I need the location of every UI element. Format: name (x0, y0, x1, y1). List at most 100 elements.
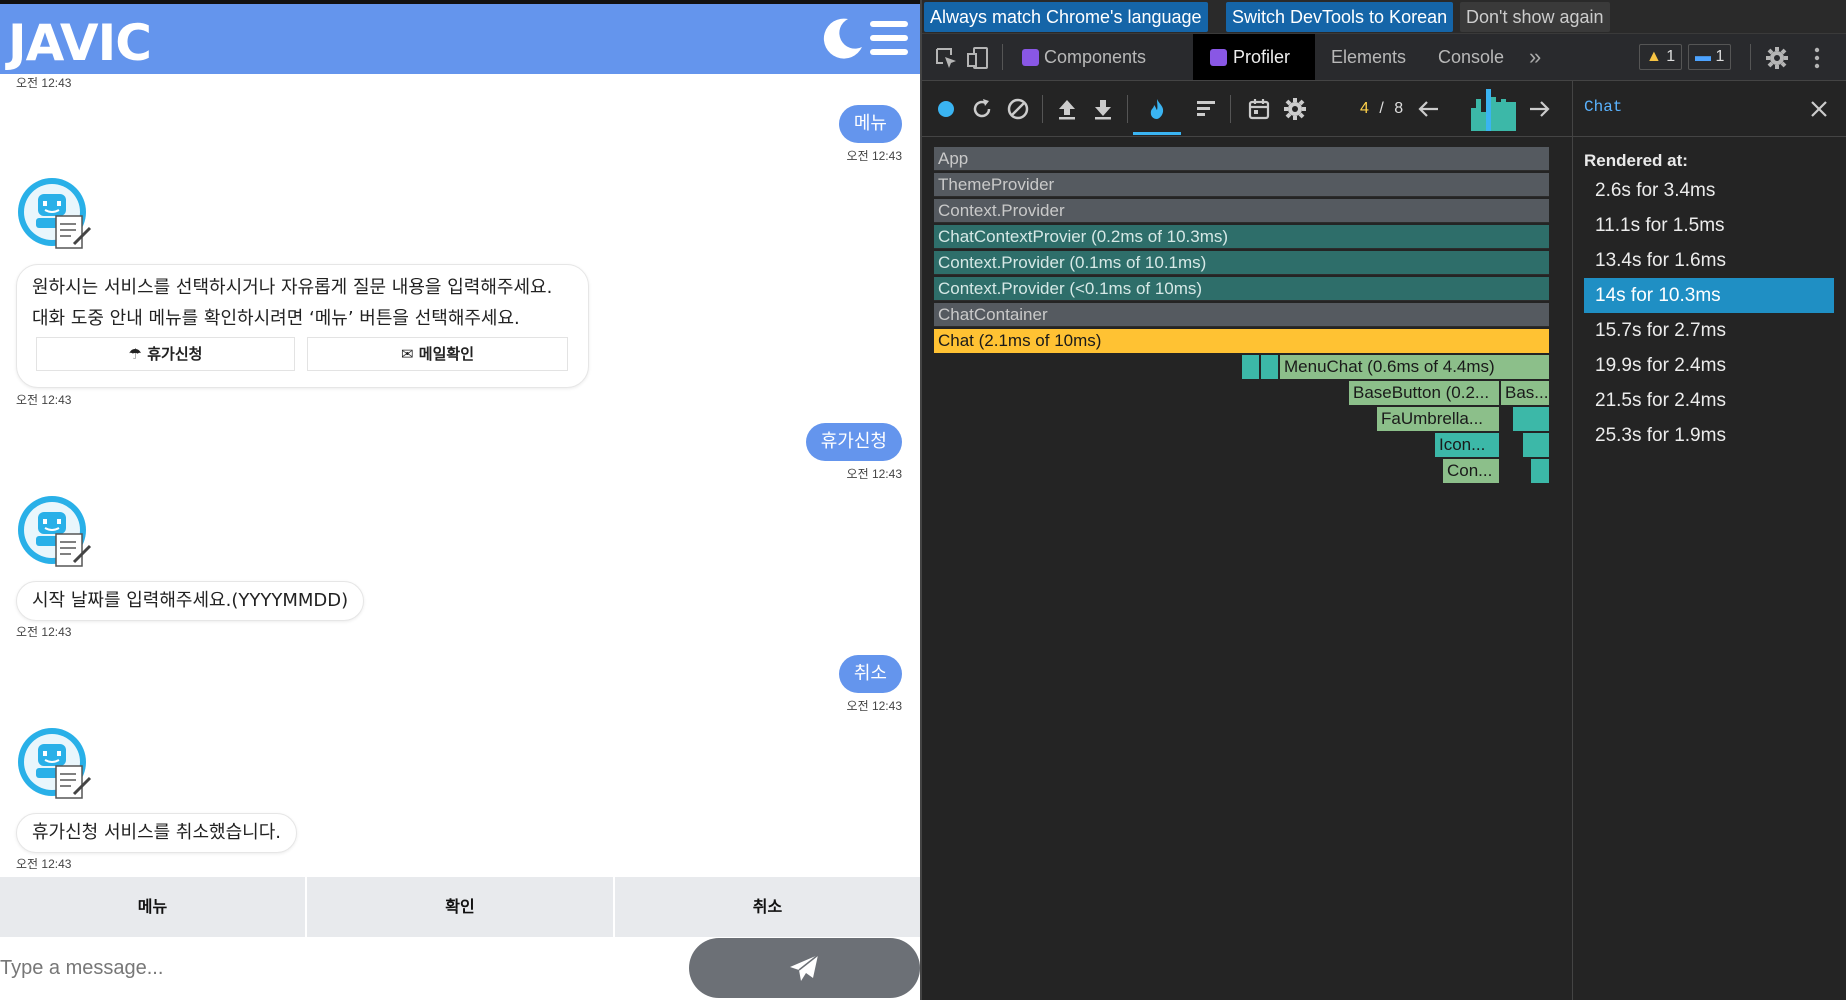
flame-node[interactable] (1523, 433, 1549, 457)
quick-confirm-button[interactable]: 확인 (307, 877, 613, 937)
react-icon (1210, 49, 1227, 66)
vacation-request-button[interactable]: ☂ 휴가신청 (36, 337, 295, 371)
language-infobar: Always match Chrome's language Switch De… (920, 0, 1846, 34)
brand-logo[interactable]: JAVIC (8, 14, 152, 72)
render-entry[interactable]: 15.7s for 2.7ms (1584, 313, 1834, 348)
message-time: 오전 12:43 (846, 467, 902, 481)
user-message-bubble: 휴가신청 (805, 423, 902, 461)
next-commit-icon[interactable] (1527, 97, 1551, 121)
tab-profiler[interactable]: Profiler (1193, 34, 1315, 80)
render-entry[interactable]: 11.1s for 1.5ms (1584, 208, 1834, 243)
flame-node-context-provider[interactable]: Context.Provider (0.1ms of 10.1ms) (934, 251, 1549, 275)
flame-node-chat-container[interactable]: ChatContainer (934, 303, 1549, 327)
render-entry[interactable]: 13.4s for 1.6ms (1584, 243, 1834, 278)
button-label: 휴가신청 (147, 345, 203, 363)
flame-node-context-provider[interactable]: Context.Provider (<0.1ms of 10ms) (934, 277, 1549, 301)
divider (1042, 95, 1043, 123)
commit-selector-chart[interactable] (1471, 89, 1517, 131)
bot-message-line: 원하시는 서비스를 선택하시거나 자유롭게 질문 내용을 입력해주세요. (32, 277, 553, 298)
paper-plane-icon (790, 954, 819, 981)
flamegraph-icon[interactable] (1145, 97, 1169, 121)
commit-total: 8 (1394, 100, 1404, 117)
flame-node-icon[interactable]: Icon... (1435, 433, 1499, 457)
match-language-button[interactable]: Always match Chrome's language (924, 2, 1208, 32)
warnings-count: 1 (1666, 48, 1676, 65)
tab-components[interactable]: Components (1014, 34, 1154, 80)
divider (1127, 95, 1128, 123)
flame-node-chat[interactable]: Chat (2.1ms of 10ms) (934, 329, 1549, 353)
commit-bar[interactable] (1511, 102, 1516, 131)
dont-show-again-button[interactable]: Don't show again (1460, 2, 1610, 32)
tab-elements[interactable]: Elements (1331, 34, 1406, 80)
flame-node-menu-chat[interactable]: MenuChat (0.6ms of 4.4ms) (1280, 355, 1549, 379)
flame-node[interactable] (1242, 355, 1259, 379)
commit-current: 4 (1360, 100, 1369, 117)
selected-component-name: Chat (1584, 98, 1623, 116)
commit-sidebar: Chat Rendered at: 2.6s for 3.4ms 11.1s f… (1572, 81, 1846, 1000)
timeline-calendar-icon[interactable] (1247, 97, 1271, 121)
clear-icon[interactable] (1006, 97, 1030, 121)
settings-gear-icon[interactable] (1765, 46, 1789, 70)
flame-node-base-button[interactable]: BaseButton (0.2... (1349, 381, 1499, 405)
render-entry[interactable]: 25.3s for 1.9ms (1584, 418, 1834, 453)
tab-label: Profiler (1233, 47, 1291, 67)
warnings-badge[interactable]: ▲ 1 (1639, 44, 1683, 70)
tab-console[interactable]: Console (1438, 34, 1504, 80)
chat-header: JAVIC (0, 4, 920, 74)
render-entry[interactable]: 2.6s for 3.4ms (1584, 173, 1834, 208)
more-options-icon[interactable] (1805, 46, 1829, 70)
mail-check-button[interactable]: ✉ 메일확인 (307, 337, 568, 371)
send-button[interactable] (689, 938, 920, 998)
flame-node-theme-provider[interactable]: ThemeProvider (934, 173, 1549, 197)
message-time: 오전 12:43 (16, 857, 72, 871)
quick-menu-button[interactable]: 메뉴 (0, 877, 305, 937)
flame-node-context-provider[interactable]: Context.Provider (934, 199, 1549, 223)
commit-indicator: 4 / 8 (1360, 97, 1403, 121)
flame-node[interactable] (1261, 355, 1278, 379)
flame-node[interactable] (1531, 459, 1549, 483)
user-message-bubble: 취소 (838, 655, 902, 693)
robot-document-icon (18, 728, 92, 799)
button-label: 메일확인 (418, 345, 474, 363)
more-tabs-icon[interactable]: » (1529, 34, 1541, 80)
record-icon[interactable] (934, 97, 958, 121)
inspect-element-icon[interactable] (934, 46, 958, 70)
warning-icon: ▲ (1646, 48, 1662, 65)
message-icon: ▬ (1695, 48, 1711, 65)
moon-icon[interactable] (822, 17, 864, 59)
flame-node-base-button[interactable]: Bas... (1501, 381, 1549, 405)
commit-separator: / (1379, 100, 1384, 117)
devtools-panel: Always match Chrome's language Switch De… (920, 0, 1846, 1000)
render-entry[interactable]: 19.9s for 2.4ms (1584, 348, 1834, 383)
react-icon (1022, 49, 1039, 66)
flame-node-context-consumer[interactable]: Con... (1443, 459, 1499, 483)
flame-node-chat-context-provider[interactable]: ChatContextProvier (0.2ms of 10.3ms) (934, 225, 1549, 249)
device-toolbar-icon[interactable] (966, 46, 990, 70)
render-entry[interactable]: 21.5s for 2.4ms (1584, 383, 1834, 418)
flame-node-fa-umbrella[interactable]: FaUmbrella... (1377, 407, 1499, 431)
messages-badge[interactable]: ▬ 1 (1688, 44, 1732, 70)
switch-korean-button[interactable]: Switch DevTools to Korean (1226, 2, 1454, 32)
render-entry-selected[interactable]: 14s for 10.3ms (1584, 278, 1834, 313)
upload-icon[interactable] (1055, 97, 1079, 121)
hamburger-icon[interactable] (870, 21, 908, 55)
umbrella-icon: ☂ (128, 345, 142, 363)
profiler-toolbar: 4 / 8 (920, 81, 1572, 137)
panel-splitter[interactable] (920, 0, 922, 1000)
message-input[interactable] (0, 939, 686, 997)
close-icon[interactable] (1805, 95, 1833, 123)
download-icon[interactable] (1091, 97, 1115, 121)
bot-message-line: 대화 도중 안내 메뉴를 확인하시려면 ‘메뉴’ 버튼을 선택해주세요. (32, 308, 520, 329)
robot-document-icon (18, 178, 92, 249)
previous-commit-icon[interactable] (1417, 97, 1441, 121)
flame-node[interactable] (1513, 407, 1549, 431)
quick-cancel-button[interactable]: 취소 (615, 877, 920, 937)
bot-message-bubble: 시작 날짜를 입력해주세요.(YYYYMMDD) (16, 581, 365, 621)
ranked-chart-icon[interactable] (1194, 97, 1218, 121)
reload-icon[interactable] (970, 97, 994, 121)
profiler-settings-icon[interactable] (1283, 97, 1307, 121)
devtools-tabbar: Components Profiler Elements Console » ▲… (920, 34, 1846, 81)
flame-node-app[interactable]: App (934, 147, 1549, 171)
rendered-at-label: Rendered at: (1584, 151, 1688, 170)
sidebar-header: Chat (1573, 81, 1846, 137)
